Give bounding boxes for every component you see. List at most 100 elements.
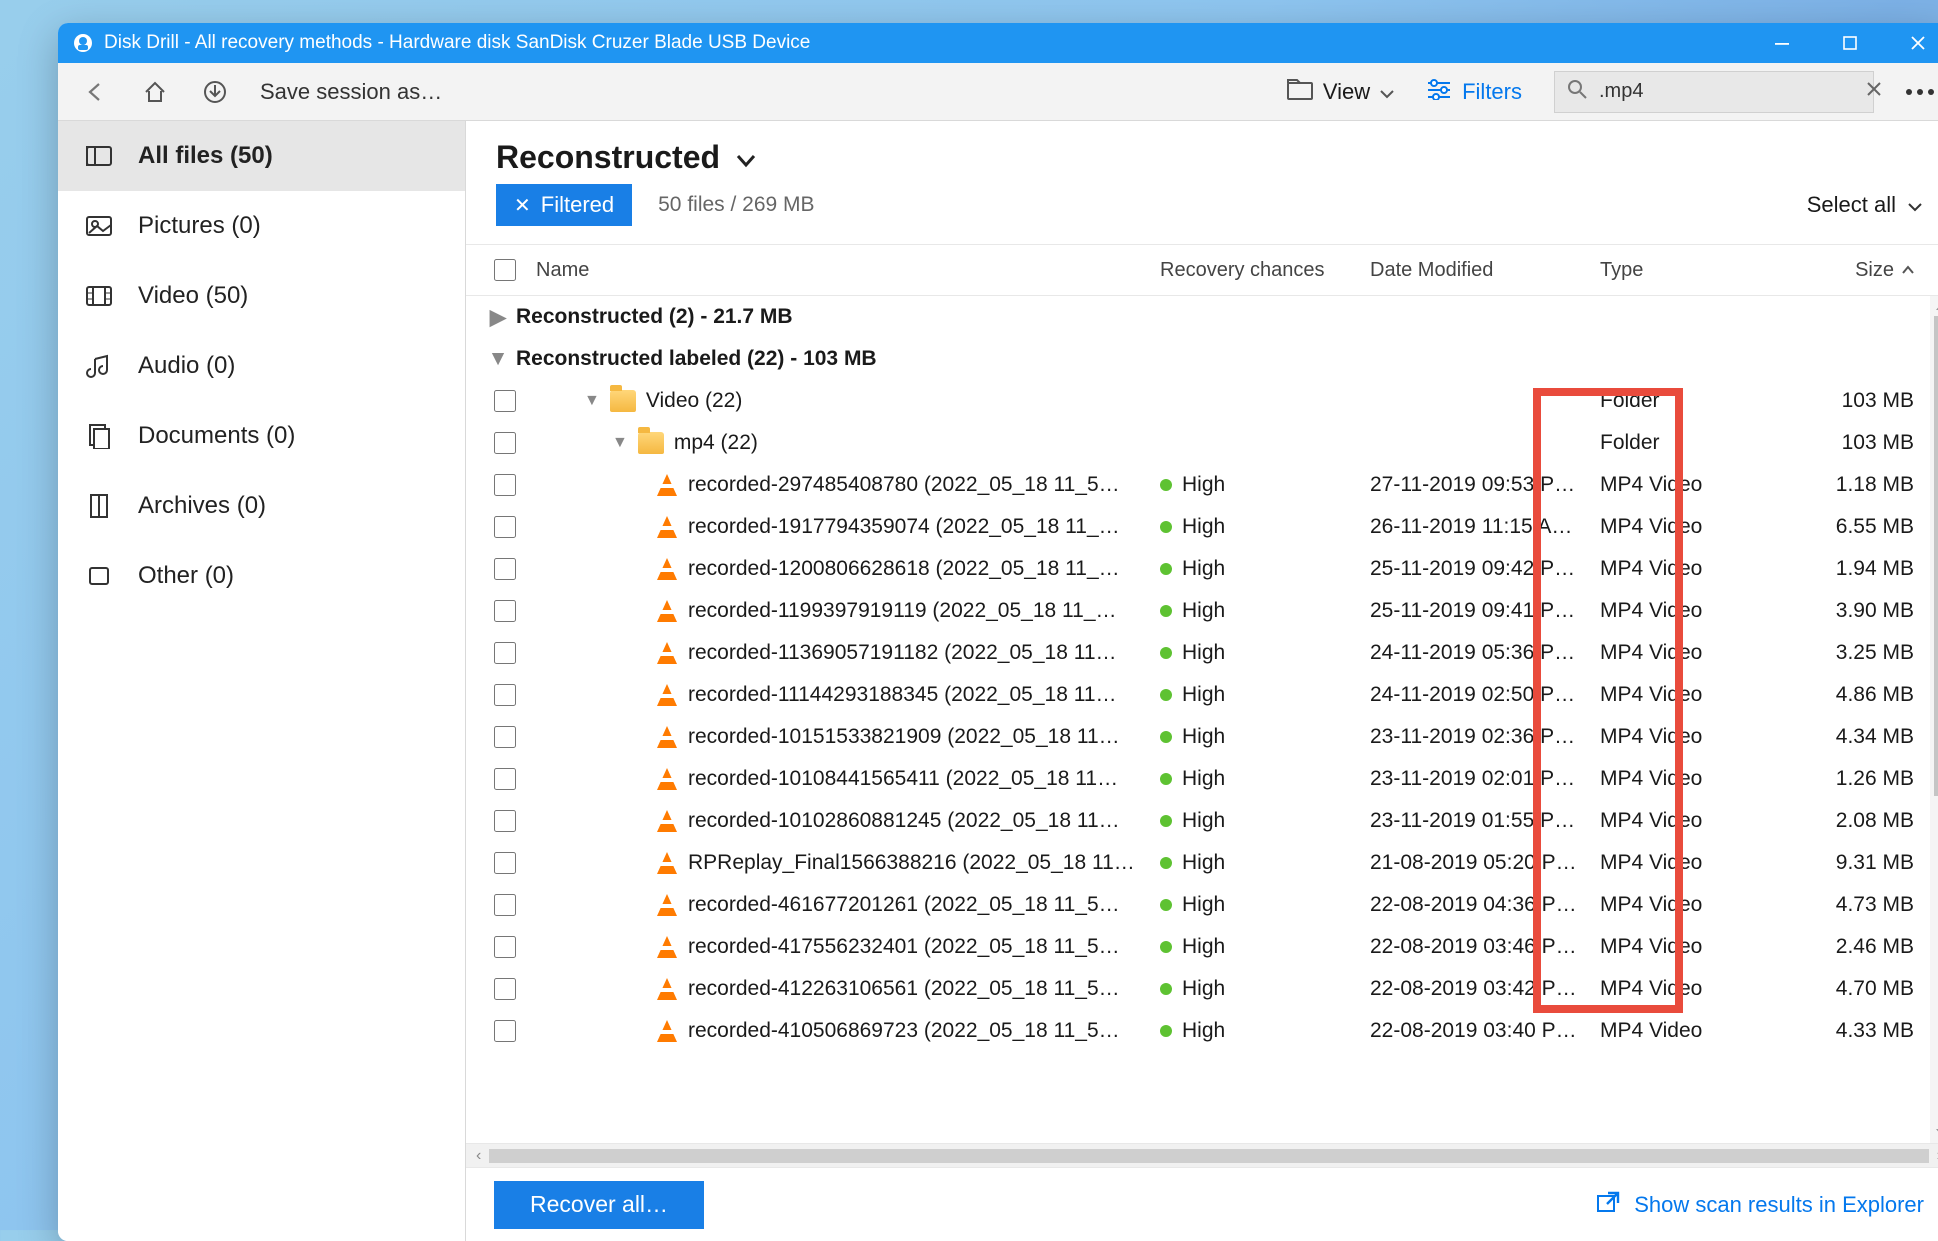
folder-row[interactable]: ▼ Video (22) Folder 103 MB bbox=[466, 380, 1938, 422]
row-checkbox[interactable] bbox=[494, 642, 516, 664]
select-all-button[interactable]: Select all bbox=[1807, 192, 1922, 218]
sidebar-item-2[interactable]: Video (50) bbox=[58, 261, 465, 331]
vertical-scrollbar[interactable] bbox=[1930, 296, 1938, 1143]
home-button[interactable] bbox=[140, 77, 170, 107]
recovery-chance: High bbox=[1182, 599, 1225, 623]
row-checkbox[interactable] bbox=[494, 684, 516, 706]
file-row[interactable]: recorded-10151533821909 (2022_05_18 11… … bbox=[466, 716, 1938, 758]
filter-chip[interactable]: ✕ Filtered bbox=[496, 184, 632, 226]
horizontal-scrollbar[interactable]: ‹ › bbox=[466, 1143, 1938, 1167]
expand-icon: ▼ bbox=[584, 392, 600, 410]
col-recovery[interactable]: Recovery chances bbox=[1160, 259, 1370, 282]
page-title[interactable]: Reconstructed bbox=[496, 139, 756, 176]
maximize-button[interactable] bbox=[1816, 23, 1884, 63]
row-size: 4.73 MB bbox=[1788, 893, 1938, 917]
row-checkbox[interactable] bbox=[494, 810, 516, 832]
sidebar-item-5[interactable]: Archives (0) bbox=[58, 471, 465, 541]
select-all-checkbox[interactable] bbox=[494, 259, 516, 281]
file-row[interactable]: recorded-11369057191182 (2022_05_18 11… … bbox=[466, 632, 1938, 674]
file-row[interactable]: recorded-1200806628618 (2022_05_18 11_… … bbox=[466, 548, 1938, 590]
row-checkbox[interactable] bbox=[494, 600, 516, 622]
sidebar-item-1[interactable]: Pictures (0) bbox=[58, 191, 465, 261]
row-type: MP4 Video bbox=[1600, 599, 1788, 623]
search-input[interactable] bbox=[1597, 79, 1866, 104]
row-date: 21-08-2019 05:20 P… bbox=[1370, 851, 1600, 875]
content-area: Reconstructed ✕ Filtered 50 files / 269 … bbox=[466, 121, 1938, 1241]
search-field[interactable] bbox=[1554, 71, 1874, 113]
row-date: 23-11-2019 01:55 P… bbox=[1370, 809, 1600, 833]
row-checkbox[interactable] bbox=[494, 894, 516, 916]
col-type[interactable]: Type bbox=[1600, 259, 1788, 282]
row-checkbox[interactable] bbox=[494, 474, 516, 496]
select-all-label: Select all bbox=[1807, 192, 1896, 218]
sidebar-item-4[interactable]: Documents (0) bbox=[58, 401, 465, 471]
titlebar[interactable]: Disk Drill - All recovery methods - Hard… bbox=[58, 23, 1938, 63]
save-session-button[interactable] bbox=[200, 77, 230, 107]
close-button[interactable] bbox=[1884, 23, 1938, 63]
row-size: 4.70 MB bbox=[1788, 977, 1938, 1001]
filters-button[interactable]: Filters bbox=[1426, 78, 1522, 106]
documents-icon bbox=[84, 423, 114, 449]
video-icon bbox=[84, 285, 114, 307]
scrollbar-track[interactable] bbox=[489, 1149, 1928, 1163]
chevron-down-icon bbox=[736, 139, 756, 176]
row-checkbox[interactable] bbox=[494, 516, 516, 538]
file-row[interactable]: recorded-11144293188345 (2022_05_18 11… … bbox=[466, 674, 1938, 716]
row-checkbox[interactable] bbox=[494, 768, 516, 790]
row-checkbox[interactable] bbox=[494, 852, 516, 874]
recovery-chance: High bbox=[1182, 809, 1225, 833]
file-name: recorded-297485408780 (2022_05_18 11_5… bbox=[688, 473, 1120, 497]
row-type: MP4 Video bbox=[1600, 767, 1788, 791]
chevron-down-icon bbox=[1908, 192, 1922, 218]
group-row[interactable]: ▶Reconstructed (2) - 21.7 MB bbox=[466, 296, 1938, 338]
row-checkbox[interactable] bbox=[494, 978, 516, 1000]
file-row[interactable]: recorded-10108441565411 (2022_05_18 11… … bbox=[466, 758, 1938, 800]
row-date: 22-08-2019 03:40 P… bbox=[1370, 1019, 1600, 1043]
row-date: 24-11-2019 05:36 P… bbox=[1370, 641, 1600, 665]
recover-all-button[interactable]: Recover all… bbox=[494, 1181, 704, 1229]
sidebar-item-0[interactable]: All files (50) bbox=[58, 121, 465, 191]
row-date: 25-11-2019 09:42 P… bbox=[1370, 557, 1600, 581]
row-date: 22-08-2019 03:42 P… bbox=[1370, 977, 1600, 1001]
view-menu[interactable]: View bbox=[1287, 78, 1394, 106]
file-row[interactable]: recorded-297485408780 (2022_05_18 11_5… … bbox=[466, 464, 1938, 506]
sidebar-item-3[interactable]: Audio (0) bbox=[58, 331, 465, 401]
row-checkbox[interactable] bbox=[494, 1020, 516, 1042]
scrollbar-thumb[interactable] bbox=[1934, 316, 1938, 796]
status-dot-icon bbox=[1160, 689, 1172, 701]
back-button[interactable] bbox=[80, 77, 110, 107]
row-checkbox[interactable] bbox=[494, 936, 516, 958]
recovery-chance: High bbox=[1182, 557, 1225, 581]
row-size: 9.31 MB bbox=[1788, 851, 1938, 875]
file-row[interactable]: recorded-412263106561 (2022_05_18 11_5… … bbox=[466, 968, 1938, 1010]
clear-search-button[interactable] bbox=[1866, 80, 1882, 103]
row-size: 1.26 MB bbox=[1788, 767, 1938, 791]
save-session-label[interactable]: Save session as… bbox=[260, 79, 442, 105]
file-row[interactable]: recorded-417556232401 (2022_05_18 11_5… … bbox=[466, 926, 1938, 968]
sidebar-item-6[interactable]: Other (0) bbox=[58, 541, 465, 611]
folder-icon bbox=[1287, 78, 1313, 106]
row-type: MP4 Video bbox=[1600, 641, 1788, 665]
group-row[interactable]: ▼Reconstructed labeled (22) - 103 MB bbox=[466, 338, 1938, 380]
row-checkbox[interactable] bbox=[494, 558, 516, 580]
file-row[interactable]: recorded-1199397919119 (2022_05_18 11_… … bbox=[466, 590, 1938, 632]
file-row[interactable]: recorded-410506869723 (2022_05_18 11_5… … bbox=[466, 1010, 1938, 1052]
row-size: 2.46 MB bbox=[1788, 935, 1938, 959]
folder-row[interactable]: ▼ mp4 (22) Folder 103 MB bbox=[466, 422, 1938, 464]
row-checkbox[interactable] bbox=[494, 726, 516, 748]
minimize-button[interactable] bbox=[1748, 23, 1816, 63]
col-date[interactable]: Date Modified bbox=[1370, 259, 1600, 282]
more-menu[interactable] bbox=[1906, 89, 1934, 95]
row-checkbox[interactable] bbox=[494, 432, 516, 454]
row-size: 103 MB bbox=[1788, 389, 1938, 413]
folder-name: Video (22) bbox=[646, 389, 743, 413]
file-row[interactable]: recorded-1917794359074 (2022_05_18 11_… … bbox=[466, 506, 1938, 548]
col-name[interactable]: Name bbox=[528, 259, 1160, 282]
show-in-explorer-link[interactable]: Show scan results in Explorer bbox=[1596, 1191, 1924, 1219]
row-checkbox[interactable] bbox=[494, 390, 516, 412]
col-size[interactable]: Size bbox=[1788, 259, 1938, 282]
file-row[interactable]: recorded-10102860881245 (2022_05_18 11… … bbox=[466, 800, 1938, 842]
file-row[interactable]: recorded-461677201261 (2022_05_18 11_5… … bbox=[466, 884, 1938, 926]
file-row[interactable]: RPReplay_Final1566388216 (2022_05_18 11…… bbox=[466, 842, 1938, 884]
file-name: recorded-10108441565411 (2022_05_18 11… bbox=[688, 767, 1118, 791]
